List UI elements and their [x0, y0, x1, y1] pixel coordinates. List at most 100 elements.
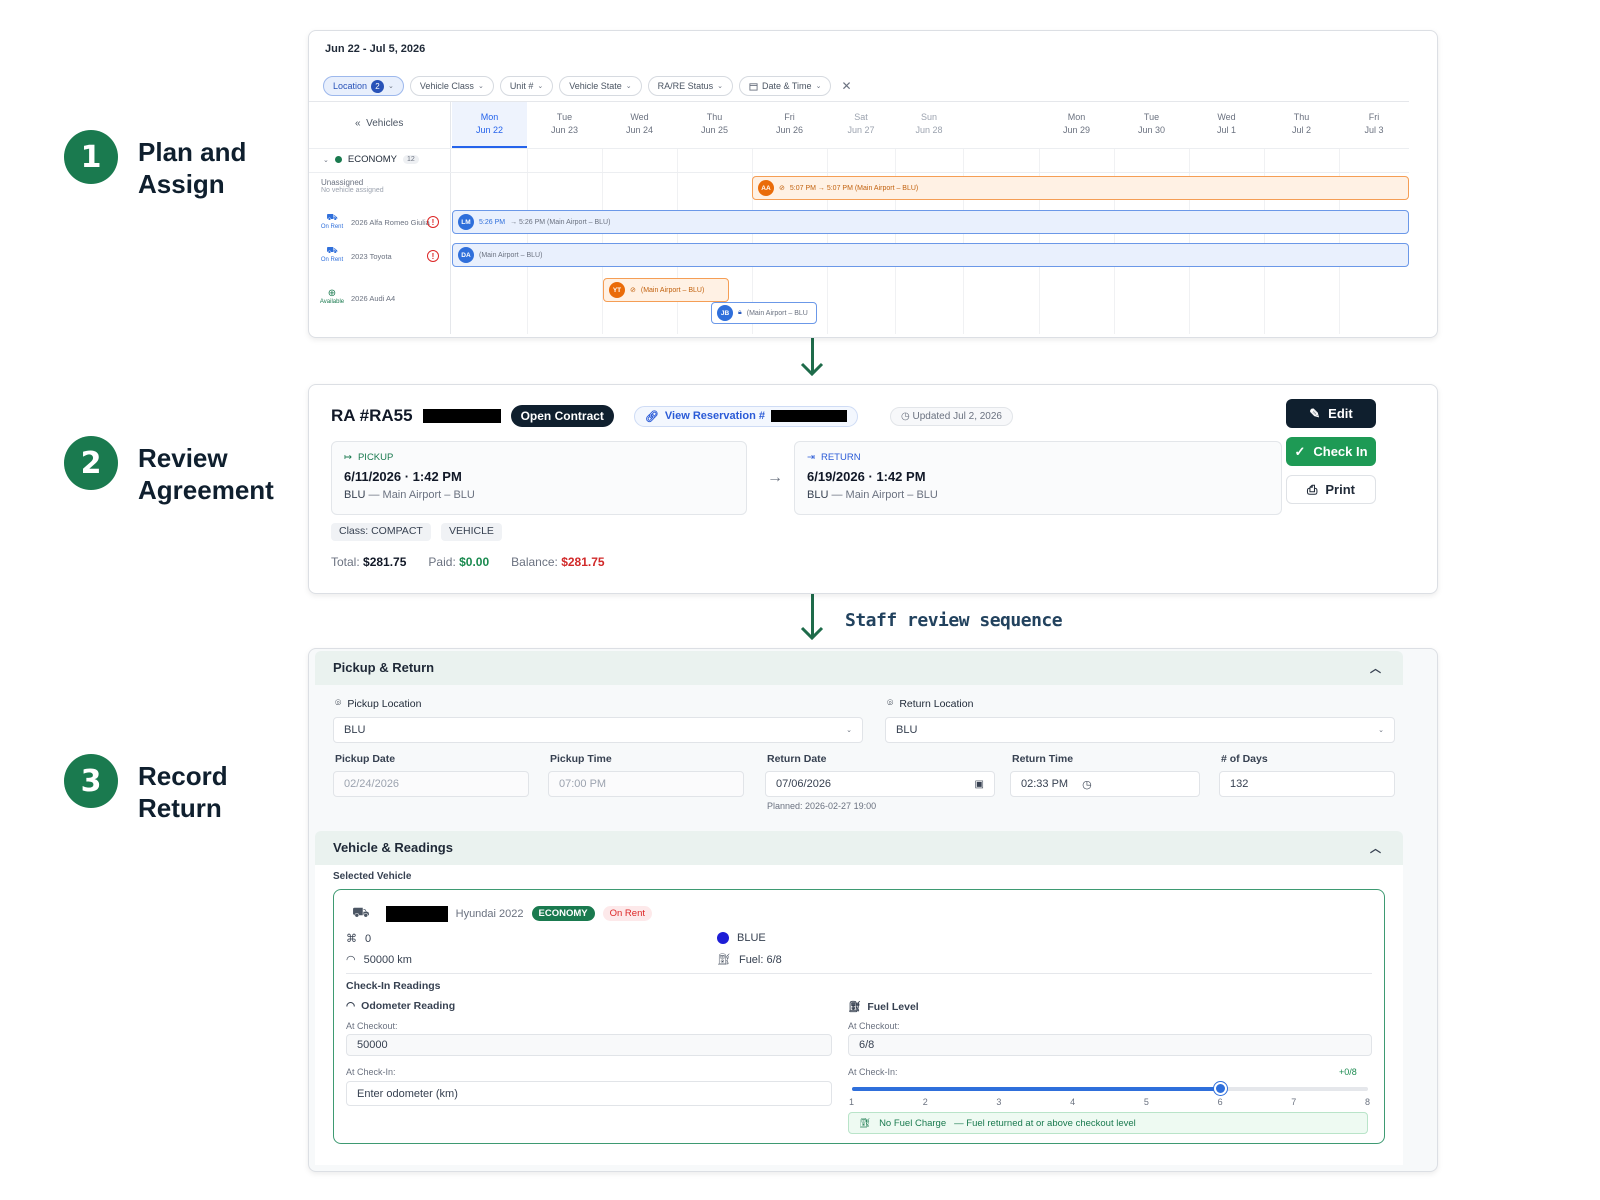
vehicle-tag: VEHICLE — [441, 523, 502, 541]
calendar-icon[interactable]: ▣ — [975, 779, 984, 790]
view-reservation-link[interactable]: 🔗︎ View Reservation # — [633, 405, 858, 427]
day-header: Mon Jun 29 — [1062, 112, 1091, 135]
paid-amount: $0.00 — [459, 555, 490, 569]
return-date-input[interactable]: 07/06/2026 ▣ — [765, 771, 995, 797]
filter-date-time[interactable]: Date & Time ⌄ — [739, 76, 832, 96]
print-button[interactable]: ⎙ Print — [1286, 475, 1376, 504]
filter-unit[interactable]: Unit # ⌄ — [499, 76, 554, 96]
step-title: Review Agreement — [138, 443, 274, 505]
booking-bar[interactable]: AA ⊘ 5:07 PM → 5:07 PM (Main Airport – B… — [752, 176, 1409, 200]
return-date-label: Return Date — [767, 753, 827, 765]
car-icon: ⛟ — [326, 212, 338, 222]
planned-return-note: Planned: 2026-02-27 19:00 — [767, 801, 877, 811]
odometer-checkout-label: At Checkout: — [346, 1021, 398, 1031]
balance-amount: $281.75 — [561, 555, 605, 569]
fuel-tick-label: 4 — [1070, 1097, 1076, 1107]
vehicle-status-available: ⊕ Available — [319, 288, 345, 305]
lock-icon: 🔒︎ — [738, 309, 742, 316]
chevron-down-icon: ⌄ — [717, 83, 724, 90]
row-unassigned: Unassigned No vehicle assigned — [321, 178, 384, 194]
check-circle-icon: ⊘ — [779, 185, 785, 192]
check-in-button[interactable]: ✓ Check In — [1286, 437, 1376, 466]
filter-vehicle-state[interactable]: Vehicle State ⌄ — [559, 76, 642, 96]
scheduler-panel: Jun 22 - Jul 5, 2026 Location 2 ⌄ Vehicl… — [308, 30, 1438, 338]
edit-icon: ✎ — [1309, 405, 1321, 421]
filter-location[interactable]: Location 2 ⌄ — [323, 76, 404, 96]
car-icon: ⛟ — [326, 245, 338, 255]
fuel-level-slider[interactable] — [852, 1082, 1368, 1096]
vehicles-collapse-toggle[interactable]: « Vehicles — [355, 118, 403, 129]
vehicle-color: BLUE — [717, 932, 766, 944]
redacted-block — [385, 905, 448, 922]
vehicle-status-on-rent: ⛟ On Rent — [320, 245, 344, 263]
alert-icon: ! — [427, 216, 439, 228]
avatar: AA — [758, 180, 774, 196]
section-pickup-return[interactable]: Pickup & Return ︿ — [315, 651, 1403, 685]
fuel-checkout-field: 6/8 — [848, 1034, 1372, 1056]
group-count: 12 — [402, 155, 419, 164]
odometer-checkin-label: At Check-In: — [346, 1067, 396, 1077]
class-tag: Class: COMPACT — [331, 523, 431, 541]
chevron-down-icon: ⌄ — [815, 83, 822, 90]
day-header: Sun Jun 28 — [915, 112, 943, 135]
pickup-datetime: 6/11/2026 · 1:42 PM — [344, 469, 462, 484]
tag-icon: ⌘ — [346, 933, 357, 945]
step-2: 2 Review Agreement — [64, 436, 274, 506]
status-dot — [334, 156, 342, 163]
check-circle-icon: ⊕ — [327, 288, 337, 299]
chevron-up-icon: ︿ — [1370, 663, 1381, 675]
return-location-label: ⌾ Return Location — [887, 697, 974, 710]
edit-button[interactable]: ✎ Edit — [1286, 399, 1376, 428]
fuel-slider-thumb[interactable] — [1213, 1082, 1227, 1095]
day-header: Wed Jul 1 — [1216, 112, 1236, 135]
fuel-tick-label: 1 — [849, 1097, 855, 1107]
return-location-select[interactable]: BLU ⌄ — [885, 717, 1395, 743]
odometer-checkin-input[interactable]: Enter odometer (km) — [346, 1081, 832, 1106]
color-swatch — [717, 932, 729, 944]
map-pin-icon: ⌾ — [335, 697, 342, 709]
return-card: ⇥ RETURN 6/19/2026 · 1:42 PM BLU — Main A… — [794, 441, 1282, 515]
filter-vehicle-class[interactable]: Vehicle Class ⌄ — [409, 76, 494, 96]
clear-filters-icon[interactable]: ✕ — [837, 79, 851, 93]
booking-bar[interactable]: YT ⊘ (Main Airport – BLU) — [603, 278, 729, 302]
selected-vehicle-label: Selected Vehicle — [333, 871, 412, 882]
booking-bar[interactable]: JB 🔒︎ (Main Airport – BLU — [711, 302, 817, 324]
booking-bar[interactable]: DA (Main Airport – BLU) — [452, 243, 1409, 267]
pickup-card: ↦ PICKUP 6/11/2026 · 1:42 PM BLU — Main A… — [331, 441, 747, 515]
avatar: YT — [609, 282, 625, 298]
day-header: Fri Jul 3 — [1364, 112, 1384, 135]
chevron-down-icon: ⌄ — [537, 83, 544, 90]
step-1: 1 Plan and Assign — [64, 130, 246, 200]
selected-vehicle-card[interactable]: ⛟ Hyundai 2022 ECONOMY On Rent ⌘ 0 ◠ 50000… — [333, 889, 1385, 1144]
calendar-icon — [749, 82, 758, 91]
pickup-location: BLU — Main Airport – BLU — [344, 489, 475, 501]
clock-icon[interactable]: ◷ — [1082, 778, 1092, 791]
chevron-down-icon: ⌄ — [625, 83, 632, 90]
flow-label: Staff review sequence — [845, 610, 1063, 631]
day-header: Tue Jun 30 — [1137, 112, 1166, 135]
map-pin-icon: ⌾ — [887, 697, 894, 709]
group-economy[interactable]: ⌄ ECONOMY 12 — [323, 154, 419, 165]
printer-icon: ⎙ — [1306, 481, 1318, 497]
pickup-location-select[interactable]: BLU ⌄ — [333, 717, 863, 743]
days-label: # of Days — [1221, 753, 1268, 765]
vehicle-title: ⛟ Hyundai 2022 ECONOMY On Rent — [352, 904, 652, 923]
days-field[interactable]: 132 — [1219, 771, 1395, 797]
car-icon: ⛟ — [352, 904, 370, 920]
section-vehicle-readings[interactable]: Vehicle & Readings ︿ — [315, 831, 1403, 865]
clock-icon: ◷ — [900, 410, 910, 422]
step-number: 2 — [64, 436, 118, 490]
vehicle-name: 2026 Alfa Romeo Giulia — [351, 218, 430, 227]
day-header: Thu Jul 2 — [1291, 112, 1311, 135]
filter-ra-re-status[interactable]: RA/RE Status ⌄ — [647, 76, 734, 96]
totals-row: Total: $281.75 Paid: $0.00 Balance: $281… — [331, 555, 605, 569]
no-fuel-charge-notice: ⛽︎ No Fuel Charge — Fuel returned at or … — [848, 1112, 1368, 1134]
day-header: Tue Jun 23 — [550, 112, 579, 135]
agreement-panel: RA #RA55 Open Contract 🔗︎ View Reservati… — [308, 384, 1438, 594]
fuel-tick-label: 3 — [996, 1097, 1002, 1107]
return-time-input[interactable]: 02:33 PM ◷ — [1010, 771, 1200, 797]
ra-number: RA #RA55 — [331, 406, 413, 425]
pickup-location-label: ⌾ Pickup Location — [335, 697, 422, 710]
fuel-tick-label: 8 — [1365, 1097, 1371, 1107]
booking-bar[interactable]: LM 5:26 PM → 5:26 PM (Main Airport – BLU… — [452, 210, 1409, 234]
